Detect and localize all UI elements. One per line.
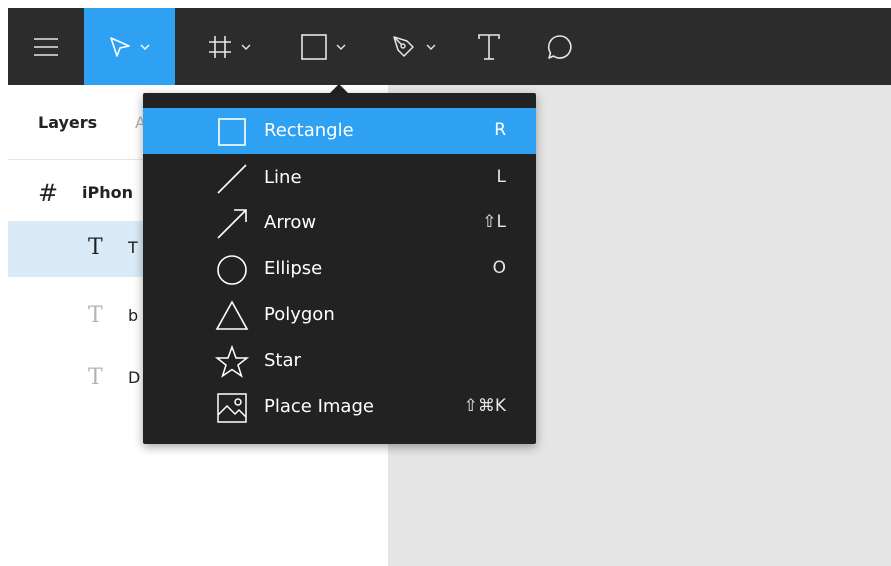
menu-item-label: Place Image (264, 396, 374, 417)
menu-item-rectangle[interactable]: Rectangle R (143, 108, 536, 154)
arrow-icon (215, 207, 249, 241)
menu-shortcut: ⇧L (482, 212, 506, 232)
rectangle-icon (300, 33, 327, 60)
menu-shortcut: ⇧⌘K (463, 396, 506, 416)
comment-tool-button[interactable] (536, 8, 584, 85)
menu-shortcut: R (494, 120, 506, 140)
ellipse-icon (215, 253, 249, 287)
cursor-icon (109, 36, 131, 58)
tab-layers[interactable]: Layers (38, 113, 97, 132)
shape-menu: Rectangle R Line L Arrow ⇧L Ellipse O Po… (143, 93, 536, 444)
text-layer-icon: T (88, 235, 103, 260)
menu-item-label: Polygon (264, 304, 335, 325)
text-layer-icon: T (88, 365, 103, 390)
menu-shortcut: L (496, 167, 506, 187)
text-icon (477, 33, 501, 60)
move-tool-button[interactable] (84, 8, 175, 85)
menu-item-label: Rectangle (264, 120, 354, 141)
comment-icon (547, 34, 573, 60)
rectangle-icon (215, 115, 249, 149)
layer-label: iPhon (82, 183, 133, 202)
menu-item-label: Line (264, 167, 302, 188)
menu-item-line[interactable]: Line L (143, 155, 536, 201)
chevron-down-icon (336, 44, 346, 50)
polygon-icon (215, 299, 249, 333)
chevron-down-icon (426, 44, 436, 50)
line-icon (215, 162, 249, 196)
hamburger-icon (34, 37, 58, 57)
menu-item-label: Arrow (264, 212, 317, 233)
menu-shortcut: O (492, 258, 506, 278)
menu-item-label: Ellipse (264, 258, 323, 279)
menu-item-arrow[interactable]: Arrow ⇧L (143, 200, 536, 246)
menu-item-star[interactable]: Star (143, 338, 536, 384)
pen-icon (391, 34, 417, 60)
star-icon (215, 345, 249, 379)
toolbar (8, 8, 891, 85)
text-layer-icon: T (88, 303, 103, 328)
menu-item-label: Star (264, 350, 301, 371)
menu-item-ellipse[interactable]: Ellipse O (143, 246, 536, 292)
layer-label: D (128, 368, 141, 387)
frame-hash-icon: # (38, 179, 59, 207)
menu-pointer (330, 84, 348, 93)
pen-tool-button[interactable] (377, 8, 449, 85)
image-icon (215, 391, 249, 425)
frame-hash-icon (208, 35, 232, 59)
frame-tool-button[interactable] (193, 8, 265, 85)
chevron-down-icon (140, 44, 150, 50)
main-menu-button[interactable] (8, 8, 84, 85)
shape-tool-button[interactable] (284, 8, 362, 85)
text-tool-button[interactable] (468, 8, 510, 85)
layer-label: b (128, 306, 139, 325)
chevron-down-icon (241, 44, 251, 50)
menu-item-place-image[interactable]: Place Image ⇧⌘K (143, 384, 536, 430)
layer-label: T (128, 238, 138, 257)
menu-item-polygon[interactable]: Polygon (143, 292, 536, 338)
